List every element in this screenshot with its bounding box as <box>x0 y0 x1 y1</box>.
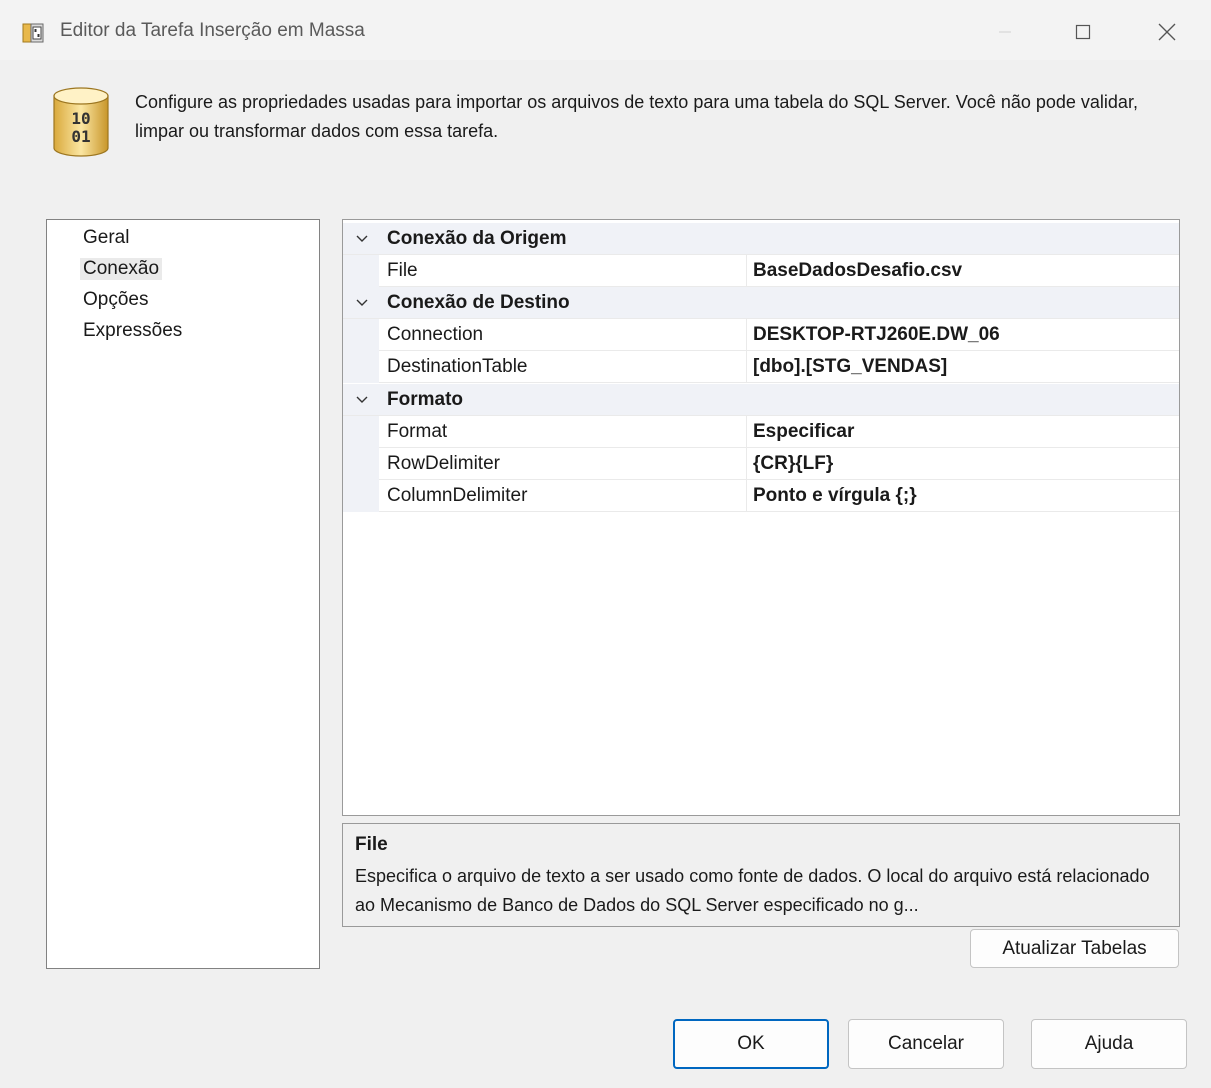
row-gutter <box>343 351 379 383</box>
category-row-conexao-destino[interactable]: Conexão de Destino <box>343 287 1179 319</box>
refresh-tables-button[interactable]: Atualizar Tabelas <box>970 929 1179 968</box>
property-name: Format <box>387 421 448 442</box>
row-gutter <box>343 480 379 512</box>
chevron-down-icon[interactable] <box>355 296 369 310</box>
chevron-down-icon[interactable] <box>355 393 369 407</box>
row-gutter <box>343 319 379 351</box>
property-grid: Conexão da Origem File BaseDadosDesafio.… <box>342 219 1180 816</box>
column-divider <box>746 416 747 448</box>
nav-item-expressoes[interactable]: Expressões <box>83 320 182 342</box>
category-label: Formato <box>387 389 463 410</box>
ok-button[interactable]: OK <box>673 1019 829 1069</box>
category-label: Conexão de Destino <box>387 292 570 313</box>
column-divider <box>746 255 747 287</box>
property-description-panel: File Especifica o arquivo de texto a ser… <box>342 823 1180 927</box>
nav-item-conexao[interactable]: Conexão <box>80 258 163 280</box>
column-divider <box>746 448 747 480</box>
property-row-format[interactable]: Format Especificar <box>343 416 1179 448</box>
help-button[interactable]: Ajuda <box>1031 1019 1187 1069</box>
property-description-title: File <box>355 834 388 855</box>
column-divider <box>746 351 747 383</box>
property-row-file[interactable]: File BaseDadosDesafio.csv <box>343 255 1179 287</box>
category-label: Conexão da Origem <box>387 228 567 249</box>
row-gutter <box>343 448 379 480</box>
cancel-button[interactable]: Cancelar <box>848 1019 1004 1069</box>
minimize-button[interactable] <box>980 10 1030 54</box>
header-description: Configure as propriedades usadas para im… <box>135 92 1138 141</box>
category-row-conexao-origem[interactable]: Conexão da Origem <box>343 223 1179 255</box>
property-name: DestinationTable <box>387 356 528 377</box>
property-name: RowDelimiter <box>387 453 500 474</box>
close-icon <box>1158 23 1176 41</box>
column-divider <box>746 480 747 512</box>
title-bar: Editor da Tarefa Inserção em Massa <box>0 0 1211 60</box>
svg-text:01: 01 <box>71 127 90 146</box>
property-name: File <box>387 260 418 281</box>
property-row-column-delimiter[interactable]: ColumnDelimiter Ponto e vírgula {;} <box>343 480 1179 512</box>
property-value[interactable]: {CR}{LF} <box>753 453 833 475</box>
property-value[interactable]: Ponto e vírgula {;} <box>753 485 917 507</box>
property-name: ColumnDelimiter <box>387 485 528 506</box>
close-button[interactable] <box>1142 10 1192 54</box>
property-row-row-delimiter[interactable]: RowDelimiter {CR}{LF} <box>343 448 1179 480</box>
property-value[interactable]: BaseDadosDesafio.csv <box>753 260 962 282</box>
column-divider <box>746 319 747 351</box>
svg-text:10: 10 <box>71 109 90 128</box>
property-value[interactable]: DESKTOP-RTJ260E.DW_06 <box>753 324 1000 346</box>
maximize-icon <box>1075 24 1091 40</box>
property-row-destination-table[interactable]: DestinationTable [dbo].[STG_VENDAS] <box>343 351 1179 383</box>
window-title: Editor da Tarefa Inserção em Massa <box>60 20 365 41</box>
row-gutter <box>343 416 379 448</box>
property-name: Connection <box>387 324 484 345</box>
chevron-down-icon[interactable] <box>355 232 369 246</box>
maximize-button[interactable] <box>1058 10 1108 54</box>
page-navigation-list: Geral Conexão Opções Expressões <box>46 219 320 969</box>
nav-item-opcoes[interactable]: Opções <box>83 289 148 311</box>
property-value[interactable]: [dbo].[STG_VENDAS] <box>753 356 947 378</box>
property-value[interactable]: Especificar <box>753 421 854 443</box>
property-description-text: Especifica o arquivo de texto a ser usad… <box>355 866 1150 915</box>
property-row-connection[interactable]: Connection DESKTOP-RTJ260E.DW_06 <box>343 319 1179 351</box>
nav-item-geral[interactable]: Geral <box>83 227 129 249</box>
minimize-icon <box>999 31 1011 33</box>
database-binary-icon: 10 01 <box>50 86 112 158</box>
row-gutter <box>343 255 379 287</box>
bulk-insert-task-icon <box>22 22 44 44</box>
category-row-formato[interactable]: Formato <box>343 384 1179 416</box>
